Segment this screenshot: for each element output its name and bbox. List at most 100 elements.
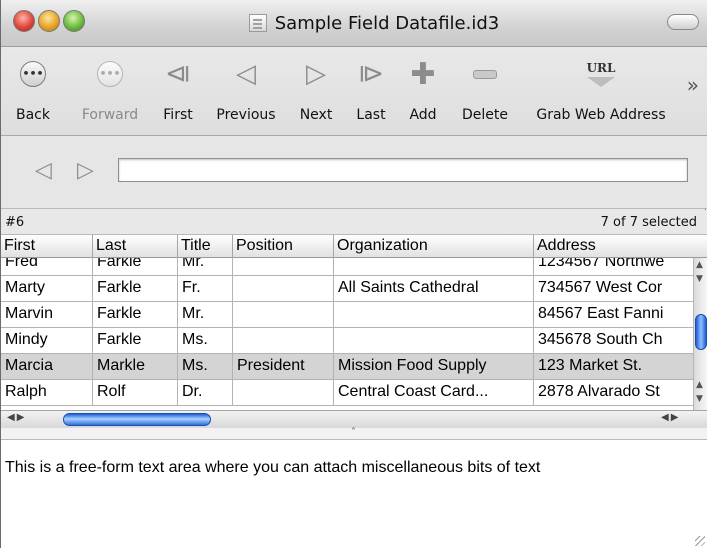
delete-label: Delete — [462, 107, 508, 123]
table-row[interactable]: Mindy Farkle Ms. 345678 South Ch — [1, 328, 693, 354]
window-title-group: Sample Field Datafile.id3 — [1, 9, 707, 37]
cell-address[interactable]: 734567 West Cor — [534, 276, 693, 301]
cell-organization[interactable]: Central Coast Card... — [334, 380, 534, 405]
cell-address[interactable]: 2878 Alvarado St — [534, 380, 693, 405]
cell-title[interactable]: Mr. — [178, 258, 233, 275]
cell-first[interactable]: Ralph — [1, 380, 93, 405]
column-header-first[interactable]: First — [1, 235, 93, 258]
cell-first[interactable]: Fred — [1, 258, 93, 275]
nav-back-arrow-icon[interactable]: ◁ — [35, 158, 52, 183]
record-number: #6 — [5, 215, 25, 230]
table-row[interactable]: Marty Farkle Fr. All Saints Cathedral 734567… — [1, 276, 693, 302]
cell-last[interactable]: Farkle — [93, 302, 178, 327]
previous-button[interactable]: ◁ Previous — [213, 55, 279, 131]
column-header-position[interactable]: Position — [233, 235, 334, 258]
grab-web-address-button[interactable]: URL Grab Web Address — [527, 55, 675, 131]
document-window: Sample Field Datafile.id3 ••• Back ••• F… — [0, 0, 707, 548]
scroll-up-arrow-icon[interactable]: ▲ — [696, 260, 703, 270]
cell-position[interactable] — [233, 328, 334, 353]
last-label: Last — [356, 107, 386, 123]
first-button[interactable]: ⧏ First — [159, 55, 197, 131]
split-handle[interactable]: ˄ — [1, 427, 707, 440]
toolbar: ••• Back ••• Forward ⧏ First ◁ Previous … — [1, 47, 707, 136]
table-header: First Last Title Position Organization A… — [1, 234, 707, 258]
url-icon: URL — [587, 62, 615, 87]
cell-organization[interactable] — [334, 328, 534, 353]
table-row[interactable]: Marcia Markle Ms. President Mission Food Sup… — [1, 354, 693, 380]
cell-address[interactable]: 345678 South Ch — [534, 328, 693, 353]
split-caret-icon: ˄ — [351, 427, 356, 438]
cell-organization[interactable]: Mission Food Supply — [334, 354, 534, 379]
forward-button[interactable]: ••• Forward — [77, 55, 143, 131]
add-icon: ✚ — [410, 56, 436, 92]
next-label: Next — [299, 107, 333, 123]
cell-title[interactable]: Ms. — [178, 328, 233, 353]
table-row[interactable]: Marvin Farkle Mr. 84567 East Fanni — [1, 302, 693, 328]
cell-last[interactable]: Farkle — [93, 276, 178, 301]
scroll-left-right-arrows-icon[interactable]: ◀ ▶ — [7, 412, 24, 423]
back-button[interactable]: ••• Back — [13, 55, 53, 131]
scroll-down-arrow-icon[interactable]: ▼ — [696, 394, 703, 404]
horizontal-scrollbar[interactable]: ◀ ▶ ◀ ▶ — [1, 410, 707, 428]
delete-button[interactable]: Delete — [457, 55, 513, 131]
add-label: Add — [409, 107, 437, 123]
toolbar-overflow-icon[interactable]: » — [687, 73, 699, 97]
document-icon — [248, 14, 267, 32]
notes-text-area[interactable]: This is a free-form text area where you … — [1, 440, 707, 548]
vertical-scroll-thumb[interactable] — [695, 314, 707, 350]
table-row[interactable]: Ralph Rolf Dr. Central Coast Card... 2878 Al… — [1, 380, 693, 406]
status-bar: #6 7 of 7 selected — [1, 210, 707, 234]
cell-address[interactable]: 84567 East Fanni — [534, 302, 693, 327]
last-button[interactable]: ⧐ Last — [353, 55, 389, 131]
cell-position[interactable] — [233, 258, 334, 275]
cell-organization[interactable]: All Saints Cathedral — [334, 276, 534, 301]
grab-web-address-label: Grab Web Address — [536, 107, 666, 123]
cell-organization[interactable] — [334, 258, 534, 275]
column-header-title[interactable]: Title — [178, 235, 233, 258]
cell-title[interactable]: Fr. — [178, 276, 233, 301]
cell-last[interactable]: Farkle — [93, 328, 178, 353]
scroll-up-arrow-icon[interactable]: ▲ — [696, 380, 703, 390]
cell-last[interactable]: Rolf — [93, 380, 178, 405]
scroll-left-right-arrows-icon[interactable]: ◀ ▶ — [661, 412, 678, 423]
scroll-down-arrow-icon[interactable]: ▼ — [696, 274, 703, 284]
cell-title[interactable]: Dr. — [178, 380, 233, 405]
cell-address[interactable]: 123 Market St. — [534, 354, 693, 379]
cell-position[interactable] — [233, 302, 334, 327]
table-row[interactable]: Fred Farkle Mr. 1234567 Northwe — [1, 258, 693, 276]
address-field[interactable] — [118, 158, 688, 182]
cell-first[interactable]: Marcia — [1, 354, 93, 379]
toolbar-toggle-button[interactable] — [667, 14, 699, 30]
horizontal-scroll-thumb[interactable] — [63, 413, 211, 426]
add-button[interactable]: ✚ Add — [405, 55, 441, 131]
previous-label: Previous — [216, 107, 276, 123]
records-table: First Last Title Position Organization A… — [1, 234, 707, 440]
vertical-scrollbar[interactable]: ▲ ▼ ▲ ▼ — [693, 258, 707, 410]
column-header-last[interactable]: Last — [93, 235, 178, 258]
back-label: Back — [16, 107, 50, 123]
notes-text: This is a free-form text area where you … — [5, 459, 541, 476]
column-header-address[interactable]: Address — [534, 235, 707, 258]
cell-organization[interactable] — [334, 302, 534, 327]
cell-title[interactable]: Mr. — [178, 302, 233, 327]
cell-first[interactable]: Marvin — [1, 302, 93, 327]
column-header-organization[interactable]: Organization — [334, 235, 534, 258]
cell-position[interactable] — [233, 380, 334, 405]
cell-first[interactable]: Marty — [1, 276, 93, 301]
cell-first[interactable]: Mindy — [1, 328, 93, 353]
cell-address[interactable]: 1234567 Northwe — [534, 258, 693, 275]
last-icon: ⧐ — [358, 59, 384, 89]
first-icon: ⧏ — [165, 59, 191, 89]
cell-position[interactable] — [233, 276, 334, 301]
cell-last[interactable]: Markle — [93, 354, 178, 379]
previous-icon: ◁ — [236, 59, 256, 89]
cell-last[interactable]: Farkle — [93, 258, 178, 275]
next-button[interactable]: ▷ Next — [295, 55, 337, 131]
cell-title[interactable]: Ms. — [178, 354, 233, 379]
nav-forward-arrow-icon[interactable]: ▷ — [77, 158, 94, 183]
selection-count: 7 of 7 selected — [600, 215, 697, 230]
cell-position[interactable]: President — [233, 354, 334, 379]
resize-grip-icon[interactable] — [695, 536, 705, 546]
delete-icon — [473, 69, 497, 79]
title-bar[interactable]: Sample Field Datafile.id3 — [1, 0, 707, 47]
